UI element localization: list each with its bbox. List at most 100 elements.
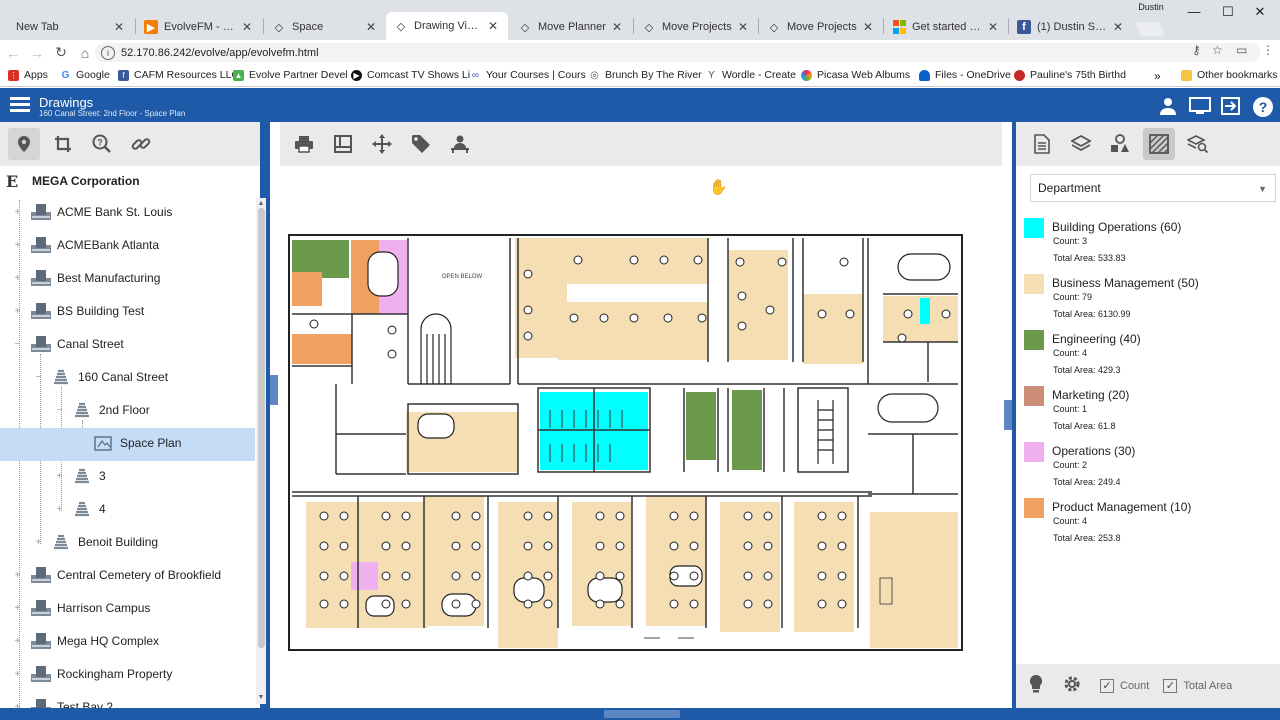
new-tab-button[interactable] xyxy=(1135,22,1165,36)
back-icon[interactable]: ← xyxy=(2,45,24,61)
tree-node[interactable]: + Rockingham Property xyxy=(12,664,172,684)
settings-gear-icon[interactable] xyxy=(1062,674,1082,699)
more-bookmarks-button[interactable]: » xyxy=(1154,69,1161,83)
tree-node[interactable]: + Central Cemetery of Brookfield xyxy=(12,565,221,585)
legend-swatch[interactable] xyxy=(1024,442,1044,462)
bookmark-apps[interactable]: ⋮ Apps xyxy=(8,69,48,81)
key-icon[interactable]: ⚷ xyxy=(1192,43,1201,57)
profile-name[interactable]: Dustin xyxy=(1130,2,1172,14)
left-panel-collapse-handle[interactable] xyxy=(270,375,278,405)
move-arrows-icon[interactable] xyxy=(366,128,398,160)
close-icon[interactable]: ✕ xyxy=(486,19,500,33)
browser-tab[interactable]: ◇ Space ✕ xyxy=(264,14,386,40)
hamburger-menu-icon[interactable] xyxy=(10,97,30,113)
tree-node[interactable]: − Canal Street xyxy=(12,334,124,354)
document-icon[interactable] xyxy=(1026,128,1058,160)
scroll-down-icon[interactable]: ▼ xyxy=(256,694,266,701)
user-icon[interactable] xyxy=(1157,96,1179,116)
total-area-checkbox[interactable]: ✓ Total Area xyxy=(1163,679,1232,693)
bottom-panel-handle[interactable] xyxy=(604,710,680,718)
browser-tab[interactable]: New Tab ✕ xyxy=(8,14,134,40)
browser-tab[interactable]: Get started with A ✕ xyxy=(884,14,1008,40)
collapse-icon[interactable]: − xyxy=(33,372,44,383)
help-icon[interactable]: ? xyxy=(1252,96,1274,117)
tree-node[interactable]: +3 xyxy=(54,466,106,486)
bookmark-courses[interactable]: ∞ Your Courses | Cours xyxy=(470,69,586,81)
expand-icon[interactable]: + xyxy=(12,273,23,284)
close-icon[interactable]: ✕ xyxy=(364,20,378,34)
expand-icon[interactable]: + xyxy=(12,306,23,317)
info-icon[interactable]: i xyxy=(101,45,115,60)
browser-tab[interactable]: ◇ Move Planner ✕ xyxy=(510,14,632,40)
browser-tab[interactable]: ▶ EvolveFM - Space ✕ xyxy=(136,14,262,40)
close-icon[interactable]: ✕ xyxy=(736,20,750,34)
legend-swatch[interactable] xyxy=(1024,386,1044,406)
browser-tab-active[interactable]: ◇ Drawing Viewer ✕ xyxy=(386,12,508,40)
lightbulb-icon[interactable] xyxy=(1028,674,1044,699)
browser-tab[interactable]: f (1) Dustin Smith ✕ xyxy=(1009,14,1133,40)
bookmark-google[interactable]: G Google xyxy=(60,69,110,81)
bookmark-cafm[interactable]: f CAFM Resources LLC xyxy=(118,69,239,81)
legend-swatch[interactable] xyxy=(1024,498,1044,518)
expand-icon[interactable]: + xyxy=(54,504,65,515)
expand-icon[interactable]: + xyxy=(12,240,23,251)
count-checkbox[interactable]: ✓ Count xyxy=(1100,679,1149,693)
tree-node[interactable]: + Harrison Campus xyxy=(12,598,150,618)
tree-scrollbar-thumb[interactable] xyxy=(258,208,265,648)
tree-node[interactable]: + Benoit Building xyxy=(33,532,158,552)
tree-node[interactable]: +4 xyxy=(54,499,106,519)
forward-icon[interactable]: → xyxy=(26,45,48,61)
expand-icon[interactable]: + xyxy=(12,669,23,680)
bookmark-comcast[interactable]: ▶ Comcast TV Shows Li xyxy=(351,69,470,81)
floor-plan-drawing[interactable]: OPEN BELOW xyxy=(288,234,963,652)
tree-node[interactable]: + Mega HQ Complex xyxy=(12,631,159,651)
layers-icon[interactable] xyxy=(1065,128,1097,160)
cast-icon[interactable]: ▭ xyxy=(1236,43,1247,57)
bookmark-evolve[interactable]: ▲ Evolve Partner Devel xyxy=(233,69,348,81)
collapse-icon[interactable]: − xyxy=(12,339,23,350)
tree-node[interactable]: + ACMEBank Atlanta xyxy=(12,235,159,255)
scroll-up-icon[interactable]: ▲ xyxy=(256,200,266,207)
bookmark-wordle[interactable]: Y Wordle - Create xyxy=(706,69,796,81)
right-panel-collapse-handle[interactable] xyxy=(1004,400,1012,430)
hatch-icon[interactable] xyxy=(1143,128,1175,160)
occupant-icon[interactable] xyxy=(444,128,476,160)
legend-swatch[interactable] xyxy=(1024,274,1044,294)
other-bookmarks[interactable]: Other bookmarks xyxy=(1181,69,1278,81)
bookmark-brunch[interactable]: ◎ Brunch By The River xyxy=(589,69,702,81)
crop-icon[interactable] xyxy=(47,128,79,160)
location-pin-icon[interactable] xyxy=(8,128,40,160)
reload-icon[interactable]: ↻ xyxy=(50,44,72,61)
tree-node[interactable]: − 160 Canal Street xyxy=(33,367,168,387)
bookmark-onedrive[interactable]: Files - OneDrive xyxy=(919,69,1011,81)
tree-root[interactable]: E MEGA Corporation xyxy=(6,172,140,191)
link-icon[interactable] xyxy=(125,128,157,160)
expand-icon[interactable]: + xyxy=(33,537,44,548)
legend-swatch[interactable] xyxy=(1024,218,1044,238)
tree-node[interactable]: Space Plan xyxy=(75,433,181,453)
star-icon[interactable]: ☆ xyxy=(1212,43,1223,57)
expand-icon[interactable]: + xyxy=(12,603,23,614)
expand-icon[interactable]: + xyxy=(12,207,23,218)
tag-icon[interactable] xyxy=(405,128,437,160)
expand-icon[interactable]: + xyxy=(12,570,23,581)
expand-icon[interactable]: + xyxy=(12,636,23,647)
close-icon[interactable]: ✕ xyxy=(112,20,126,34)
bookmark-pauline[interactable]: Pauline's 75th Birthd xyxy=(1014,69,1126,81)
window-close-icon[interactable]: ✕ xyxy=(1240,4,1280,22)
print-icon[interactable] xyxy=(288,128,320,160)
legend-swatch[interactable] xyxy=(1024,330,1044,350)
tree-node[interactable]: + ACME Bank St. Louis xyxy=(12,202,172,222)
objects-icon[interactable] xyxy=(1104,128,1136,160)
expand-icon[interactable]: + xyxy=(54,471,65,482)
home-icon[interactable]: ⌂ xyxy=(74,45,96,61)
logout-icon[interactable] xyxy=(1220,96,1242,116)
browser-tab[interactable]: ◇ Move Projects ✕ xyxy=(759,14,883,40)
legend-type-select[interactable]: Department ▼ xyxy=(1030,174,1276,202)
close-icon[interactable]: ✕ xyxy=(240,20,254,34)
search-help-icon[interactable]: ? xyxy=(86,128,118,160)
browser-tab[interactable]: ◇ Move Projects ✕ xyxy=(634,14,758,40)
tree-node[interactable]: + BS Building Test xyxy=(12,301,144,321)
close-icon[interactable]: ✕ xyxy=(861,20,875,34)
close-icon[interactable]: ✕ xyxy=(610,20,624,34)
